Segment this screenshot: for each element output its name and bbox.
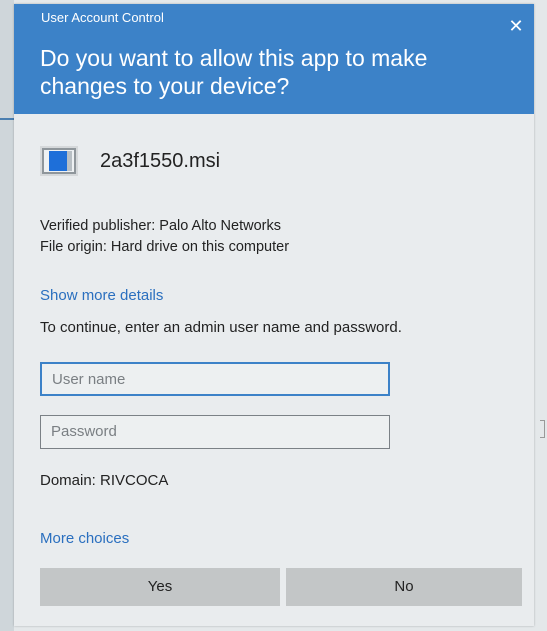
verified-publisher: Verified publisher: Palo Alto Networks bbox=[40, 218, 281, 234]
show-more-details-link[interactable]: Show more details bbox=[40, 287, 163, 304]
publisher-info: Verified publisher: Palo Alto Networks F… bbox=[40, 216, 289, 258]
prompt-question: Do you want to allow this app to make ch… bbox=[40, 45, 428, 99]
file-origin: File origin: Hard drive on this computer bbox=[40, 239, 290, 255]
close-icon[interactable]: ✕ bbox=[506, 16, 526, 36]
username-field[interactable]: User name bbox=[40, 362, 390, 396]
installer-icon bbox=[40, 146, 78, 176]
uac-dialog: User Account Control ✕ Do you want to al… bbox=[14, 4, 534, 626]
background-bracket bbox=[540, 420, 545, 438]
password-field[interactable]: Password bbox=[40, 415, 390, 449]
more-choices-link[interactable]: More choices bbox=[40, 530, 129, 547]
background-window-edge bbox=[0, 0, 14, 631]
app-row: 2a3f1550.msi bbox=[40, 141, 220, 181]
domain-label: Domain: RIVCOCA bbox=[40, 472, 169, 489]
yes-button[interactable]: Yes bbox=[40, 568, 280, 606]
dialog-header: User Account Control ✕ Do you want to al… bbox=[14, 4, 534, 114]
no-button[interactable]: No bbox=[286, 568, 522, 606]
background-divider bbox=[0, 118, 14, 120]
app-name: 2a3f1550.msi bbox=[100, 149, 221, 172]
dialog-title: User Account Control bbox=[41, 10, 164, 25]
credentials-instruction: To continue, enter an admin user name an… bbox=[40, 319, 402, 336]
